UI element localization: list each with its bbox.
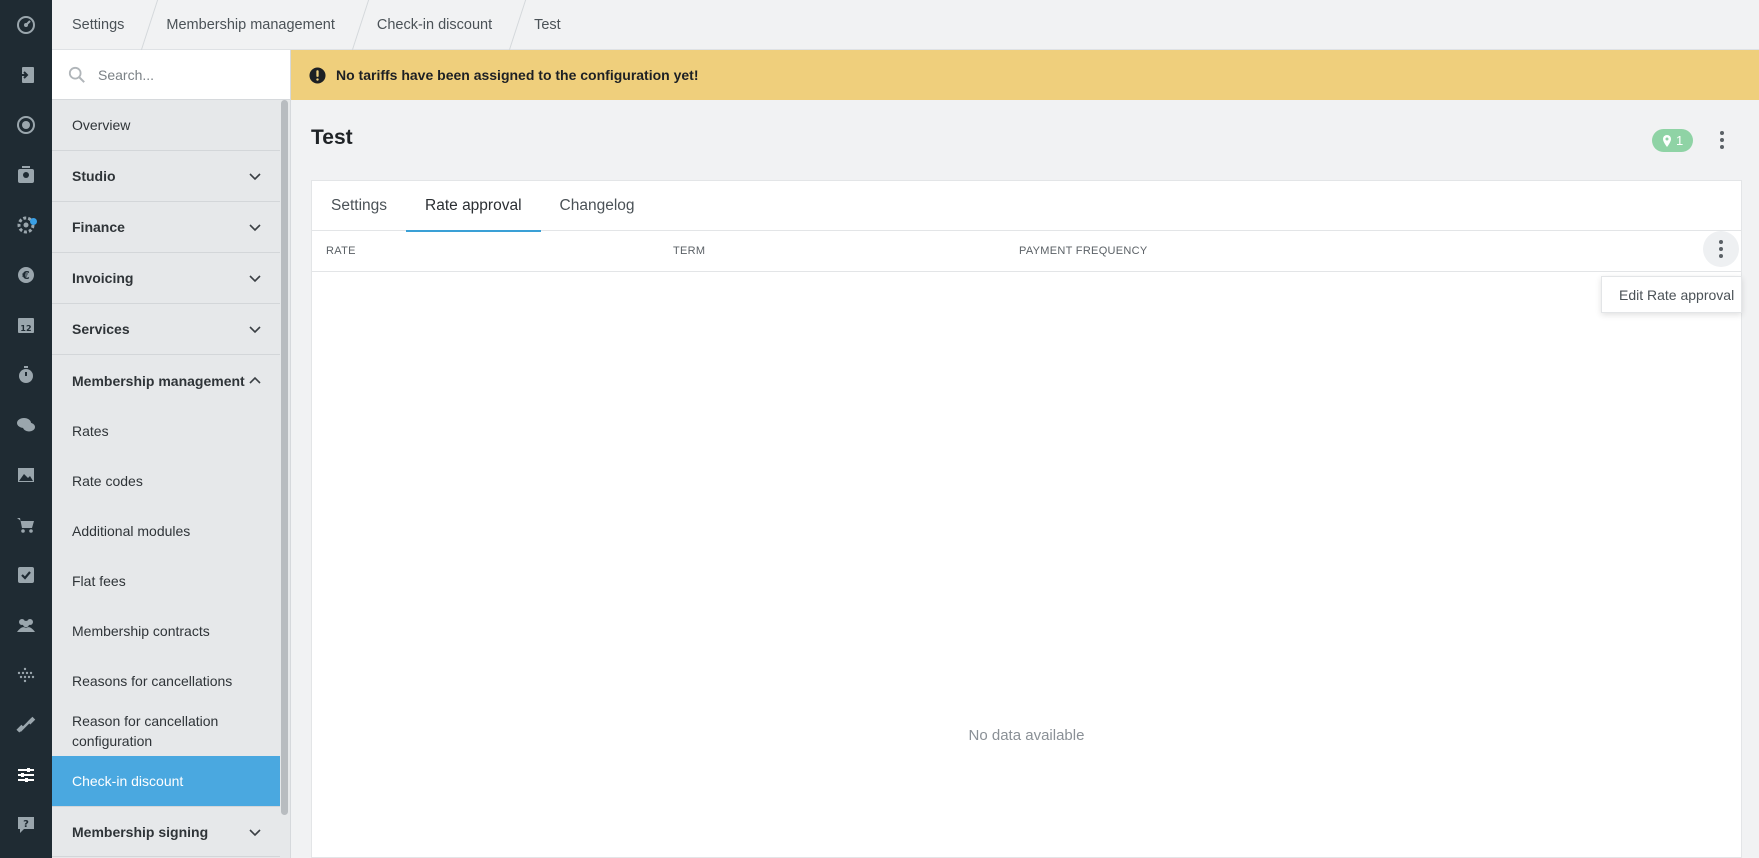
location-count-badge[interactable]: 1 (1652, 129, 1694, 152)
settings-gear-icon[interactable] (0, 200, 52, 250)
cart-icon[interactable] (0, 500, 52, 550)
sidebar-item-label: Membership signing (72, 823, 209, 840)
sidebar-item-label: Reason for cancellation configuration (72, 713, 219, 749)
chat-icon[interactable] (0, 400, 52, 450)
chevron-down-icon (249, 173, 261, 181)
sidebar-item-label: Finance (72, 219, 125, 235)
sidebar-item-check-in-discount[interactable]: Check-in discount (52, 756, 280, 806)
sidebar-group-membership-signing[interactable]: Membership signing (52, 806, 280, 857)
sidebar-nav: Overview Studio Finance Invoicing Servic… (52, 100, 280, 857)
sidebar-item-rates[interactable]: Rates (52, 406, 280, 456)
dots-grid-icon[interactable] (0, 650, 52, 700)
breadcrumb-settings[interactable]: Settings (52, 0, 146, 50)
sidebar-item-label: Invoicing (72, 270, 134, 286)
sidebar-item-label: Check-in discount (72, 773, 184, 789)
page-title: Test (311, 126, 353, 149)
sidebar-item-overview[interactable]: Overview (52, 100, 280, 151)
context-menu: Edit Rate approval (1601, 276, 1742, 313)
vertical-dots-icon (1719, 240, 1723, 258)
sidebar-group-studio[interactable]: Studio (52, 151, 280, 202)
search-icon (68, 66, 85, 83)
column-header-term[interactable]: TERM (673, 245, 705, 257)
sidebar-item-label: Additional modules (72, 523, 191, 539)
breadcrumb-membership-management[interactable]: Membership management (146, 0, 356, 50)
checkbox-icon[interactable] (0, 550, 52, 600)
chevron-up-icon (249, 376, 261, 384)
breadcrumb-test: Test (534, 16, 561, 33)
exclamation-circle-icon (309, 66, 326, 84)
empty-state-text: No data available (968, 727, 1085, 744)
sidebar-item-additional-modules[interactable]: Additional modules (52, 506, 280, 556)
app-icon-rail: € 12 ? (0, 0, 52, 858)
column-header-payment-frequency[interactable]: PAYMENT FREQUENCY (1019, 245, 1148, 257)
sidebar-item-flat-fees[interactable]: Flat fees (52, 556, 280, 606)
banner-text: No tariffs have been assigned to the con… (336, 67, 699, 83)
notification-dot (30, 218, 37, 225)
sidebar-scrollbar[interactable] (281, 100, 288, 815)
chevron-down-icon (249, 224, 261, 232)
page-more-options-button[interactable] (1710, 128, 1734, 152)
breadcrumb: Settings Membership management Check-in … (52, 0, 1759, 50)
sidebar-group-invoicing[interactable]: Invoicing (52, 253, 280, 304)
chevron-down-icon (249, 828, 261, 836)
tab-rate-approval[interactable]: Rate approval (406, 181, 541, 232)
tab-changelog[interactable]: Changelog (541, 181, 654, 231)
search-input[interactable] (98, 66, 258, 83)
euro-icon[interactable]: € (0, 250, 52, 300)
sidebar-group-finance[interactable]: Finance (52, 202, 280, 253)
settings-sidebar: Overview Studio Finance Invoicing Servic… (52, 50, 291, 858)
menu-item-edit-rate-approval[interactable]: Edit Rate approval (1619, 287, 1734, 303)
check-in-icon[interactable] (0, 50, 52, 100)
column-header-rate[interactable]: RATE (326, 245, 356, 257)
sidebar-item-reasons-for-cancellations[interactable]: Reasons for cancellations (52, 656, 280, 706)
help-chat-icon[interactable]: ? (0, 800, 52, 850)
badge-count: 1 (1676, 133, 1684, 148)
sidebar-item-rate-codes[interactable]: Rate codes (52, 456, 280, 506)
sidebar-group-services[interactable]: Services (52, 304, 280, 355)
sidebar-item-label: Reasons for cancellations (72, 673, 233, 689)
tab-settings[interactable]: Settings (312, 181, 406, 231)
sidebar-item-label: Rates (72, 423, 109, 439)
sidebar-search (52, 50, 290, 100)
svg-text:12: 12 (20, 324, 31, 333)
image-icon[interactable] (0, 450, 52, 500)
sidebar-item-membership-contracts[interactable]: Membership contracts (52, 606, 280, 656)
sidebar-item-label: Studio (72, 168, 116, 184)
target-icon[interactable] (0, 100, 52, 150)
breadcrumb-check-in-discount[interactable]: Check-in discount (357, 0, 514, 50)
map-pin-icon (1663, 134, 1671, 147)
sidebar-item-label: Services (72, 321, 130, 337)
calendar-icon[interactable]: 12 (0, 300, 52, 350)
sidebar-group-membership-management[interactable]: Membership management (52, 355, 280, 406)
dashboard-icon[interactable] (0, 0, 52, 50)
content-card: Settings Rate approval Changelog RATE TE… (311, 180, 1742, 858)
svg-text:?: ? (23, 819, 29, 830)
sidebar-item-reason-for-cancellation-configuration[interactable]: Reason for cancellation configuration (52, 706, 252, 756)
table-header: RATE TERM PAYMENT FREQUENCY (312, 231, 1741, 272)
contacts-icon[interactable] (0, 150, 52, 200)
chevron-down-icon (249, 275, 261, 283)
stopwatch-icon[interactable] (0, 350, 52, 400)
svg-text:€: € (21, 269, 30, 282)
sidebar-item-label: Membership contracts (72, 623, 210, 639)
table-more-options-button[interactable] (1703, 231, 1739, 267)
sidebar-item-label: Membership management (72, 372, 245, 389)
sliders-icon[interactable] (0, 750, 52, 800)
sidebar-item-label: Flat fees (72, 573, 126, 589)
people-icon[interactable] (0, 600, 52, 650)
warning-banner: No tariffs have been assigned to the con… (291, 50, 1759, 100)
tab-bar: Settings Rate approval Changelog (312, 181, 1741, 232)
vertical-dots-icon (1720, 131, 1724, 149)
sidebar-item-label: Overview (72, 117, 131, 133)
dumbbell-icon[interactable] (0, 700, 52, 750)
chevron-down-icon (249, 326, 261, 334)
sidebar-item-label: Rate codes (72, 473, 143, 489)
